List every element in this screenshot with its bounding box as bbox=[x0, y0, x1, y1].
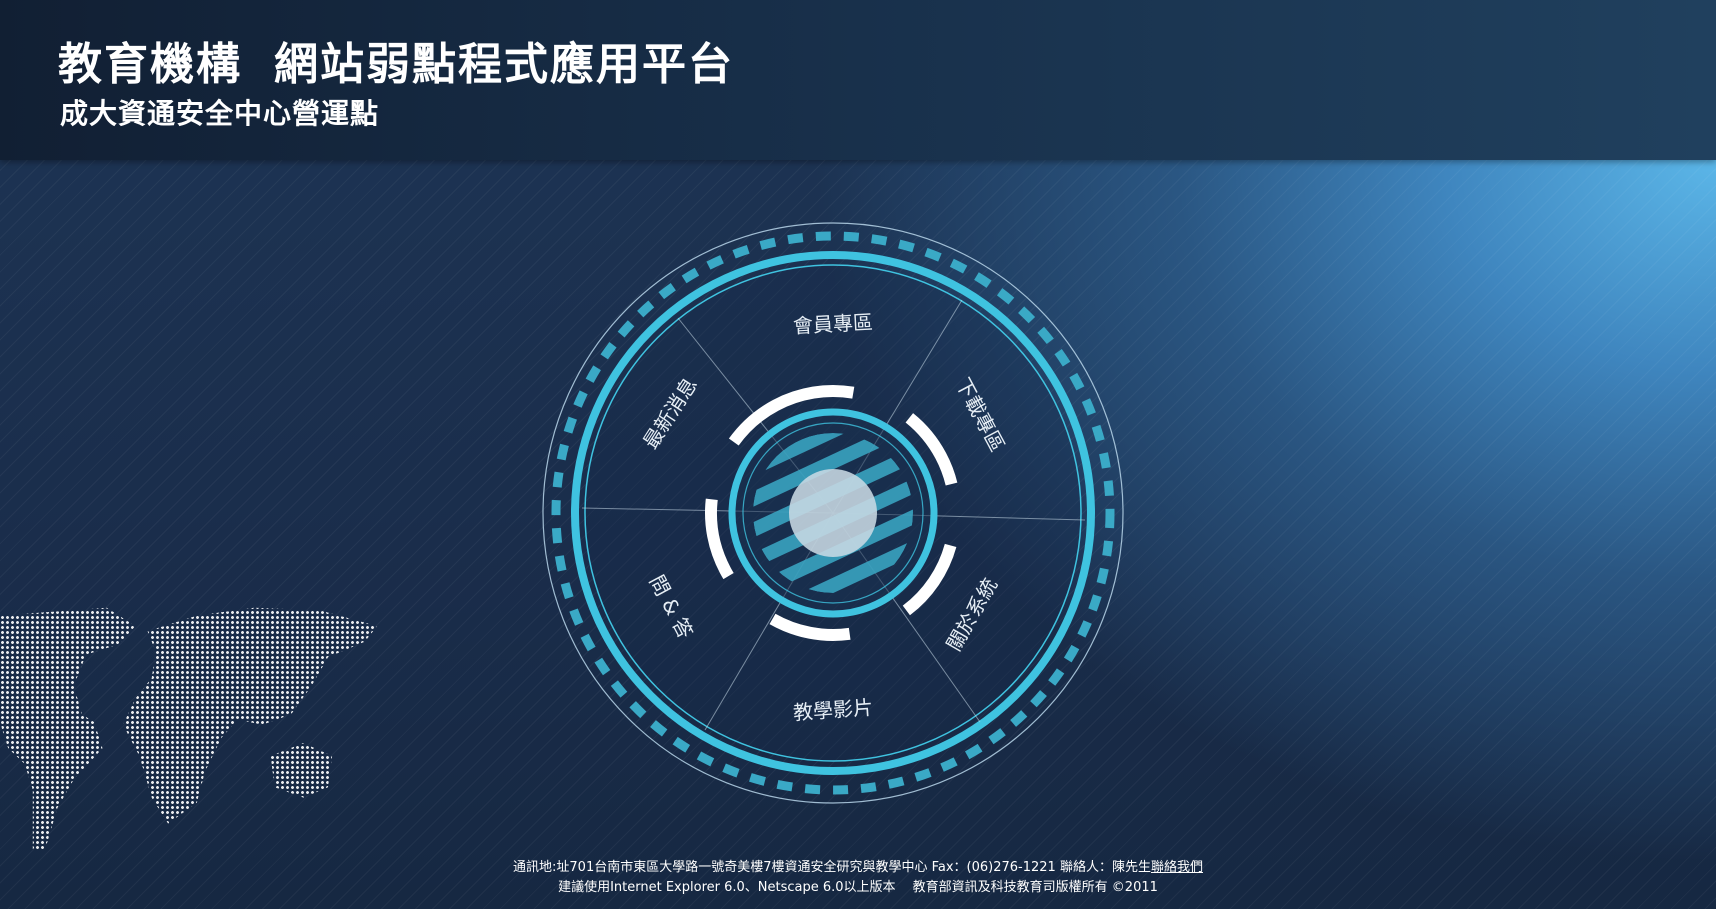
title-main: 網站弱點程式應用平台 bbox=[274, 39, 734, 90]
site-title: 教育機構 網站弱點程式應用平台 bbox=[58, 28, 734, 92]
site-subtitle: 成大資通安全中心營運點 bbox=[60, 97, 380, 130]
menu-item-member[interactable]: 會員專區 bbox=[792, 310, 873, 338]
footer-notice: 建議使用Internet Explorer 6.0、Netscape 6.0以上… bbox=[558, 880, 1158, 895]
circular-menu: 會員專區 下載專區 關於系統 教學影片 問 & 答 最新消息 bbox=[542, 222, 1124, 804]
footer-address: 通訊地:址701台南市東區大學路一號奇美樓7樓資通安全研究與教學中心 Fax：(… bbox=[513, 860, 1151, 875]
site-header: 教育機構 網站弱點程式應用平台 成大資通安全中心營運點 bbox=[0, 0, 1716, 160]
contact-us-link[interactable]: 聯絡我們 bbox=[1151, 860, 1203, 875]
site-footer: 通訊地:址701台南市東區大學路一號奇美樓7樓資通安全研究與教學中心 Fax：(… bbox=[0, 858, 1716, 898]
footer-address-line: 通訊地:址701台南市東區大學路一號奇美樓7樓資通安全研究與教學中心 Fax：(… bbox=[0, 858, 1716, 878]
title-org: 教育機構 bbox=[58, 39, 242, 90]
